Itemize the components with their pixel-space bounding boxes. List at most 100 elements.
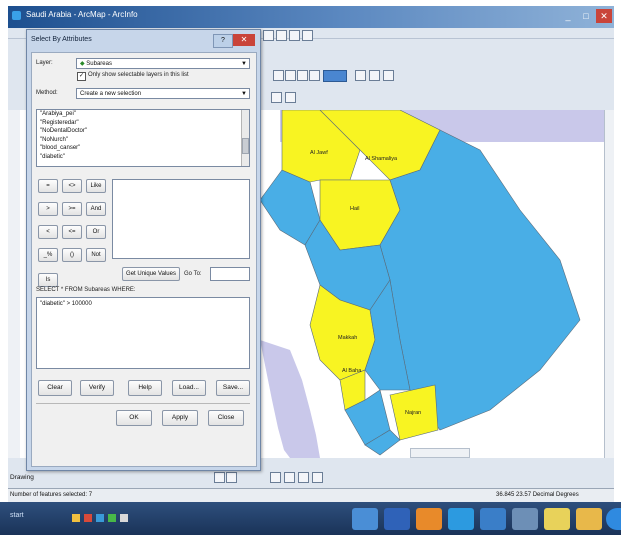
help-button[interactable]: Help — [128, 380, 162, 396]
start-orb-icon[interactable] — [606, 508, 621, 530]
red-sea-water — [260, 340, 320, 458]
add-data-icon[interactable] — [289, 30, 300, 41]
only-selectable-checkbox[interactable]: ✓ — [77, 72, 86, 81]
region-eastern[interactable] — [379, 129, 581, 431]
verify-button[interactable]: Verify — [80, 380, 114, 396]
undo-icon[interactable] — [263, 30, 274, 41]
operator-or-button[interactable]: Or — [86, 225, 106, 239]
field-item[interactable]: "NoNurch" — [37, 136, 249, 145]
close-icon[interactable]: ✕ — [233, 34, 255, 46]
standard-toolbar — [263, 30, 333, 42]
goto-label: Go To: — [184, 271, 202, 277]
field-item[interactable]: "Registeredar" — [37, 119, 249, 128]
media-icon[interactable] — [84, 514, 92, 522]
map-label-makkah: Makkah — [338, 335, 358, 341]
minimize-icon[interactable]: _ — [560, 9, 576, 23]
operator-greater-button[interactable]: > — [38, 202, 58, 216]
arcgis-icon[interactable] — [480, 508, 506, 530]
marker-color-icon[interactable] — [312, 472, 323, 483]
map-horizontal-scrollbar[interactable] — [410, 448, 470, 458]
unique-values-list[interactable] — [112, 179, 250, 259]
help-icon[interactable]: ? — [213, 34, 233, 48]
zoom-out-icon[interactable] — [285, 70, 296, 81]
operator-parentheses-button[interactable]: () — [62, 248, 82, 262]
close-icon[interactable]: ✕ — [596, 9, 612, 23]
font-color-icon[interactable] — [298, 472, 309, 483]
operator-and-button[interactable]: And — [86, 202, 106, 216]
dialog-title: Select By Attributes — [31, 36, 92, 43]
close-button[interactable]: Close — [208, 410, 244, 426]
operator-wildcard-button[interactable]: _% — [38, 248, 58, 262]
skype-icon[interactable] — [448, 508, 474, 530]
drawing-menu[interactable]: Drawing — [10, 474, 34, 481]
font-size-icon[interactable] — [226, 472, 237, 483]
print-icon[interactable] — [383, 70, 394, 81]
method-label: Method: — [36, 90, 58, 96]
notes-icon[interactable] — [544, 508, 570, 530]
folder-icon[interactable] — [72, 514, 80, 522]
operator-is-button[interactable]: Is — [38, 273, 58, 287]
field-item[interactable]: "NoDentalDoctor" — [37, 127, 249, 136]
scrollbar-thumb[interactable] — [242, 138, 249, 154]
redo-icon[interactable] — [276, 30, 287, 41]
operator-equals-button[interactable]: = — [38, 179, 58, 193]
operator-like-button[interactable]: Like — [86, 179, 106, 193]
chevron-down-icon: ▼ — [241, 91, 247, 97]
zoom-in-icon[interactable] — [273, 70, 284, 81]
goto-input[interactable] — [210, 267, 250, 281]
map-vertical-scrollbar[interactable] — [604, 110, 614, 458]
fill-color-icon[interactable] — [270, 472, 281, 483]
maximize-icon[interactable]: □ — [578, 9, 594, 23]
field-item[interactable]: "diabetic" — [37, 153, 249, 162]
fields-scrollbar[interactable] — [241, 110, 249, 166]
select-by-attributes-dialog: Select By Attributes ? ✕ Layer: ◆ Subare… — [26, 29, 261, 471]
tool-icon[interactable] — [120, 514, 128, 522]
clear-button[interactable]: Clear — [38, 380, 72, 396]
operator-not-equal-button[interactable]: <> — [62, 179, 82, 193]
ie-icon[interactable] — [96, 514, 104, 522]
network-icon[interactable] — [512, 508, 538, 530]
line-color-icon[interactable] — [284, 472, 295, 483]
app-title-bar: Saudi Arabia - ArcMap - ArcInfo _ □ ✕ — [8, 6, 614, 28]
dialog-body: Layer: ◆ Subareas ▼ ✓ Only show selectab… — [31, 52, 257, 467]
query-textarea[interactable]: "diabetic" > 100000 — [36, 297, 250, 369]
save-button[interactable]: Save... — [216, 380, 250, 396]
fields-list[interactable]: "Arabiya_pei" "Registeredar" "NoDentalDo… — [36, 109, 250, 167]
explorer-icon[interactable] — [352, 508, 378, 530]
layer-value: Subareas — [86, 61, 112, 67]
map-label-al-baha: Al Baha — [342, 368, 362, 374]
operator-less-equal-button[interactable]: <= — [62, 225, 82, 239]
scale-icon[interactable] — [302, 30, 313, 41]
operator-less-button[interactable]: < — [38, 225, 58, 239]
start-button[interactable]: start — [10, 512, 64, 526]
folder-taskbar-icon[interactable] — [576, 508, 602, 530]
full-extent-icon[interactable] — [309, 70, 320, 81]
query-text: "diabetic" > 100000 — [40, 301, 92, 307]
apply-button[interactable]: Apply — [162, 410, 198, 426]
pan-icon[interactable] — [297, 70, 308, 81]
ok-button[interactable]: OK — [116, 410, 152, 426]
get-unique-values-button[interactable]: Get Unique Values — [122, 267, 180, 281]
identify-icon[interactable] — [369, 70, 380, 81]
tools-toolbar — [263, 70, 403, 82]
status-bar: Number of features selected: 7 36.845 23… — [8, 488, 614, 503]
query-prefix: SELECT * FROM Subareas WHERE: — [36, 287, 136, 293]
field-item[interactable]: "Arabiya_pei" — [37, 110, 249, 119]
operator-not-button[interactable]: Not — [86, 248, 106, 262]
taskbar: start — [0, 502, 621, 535]
operator-greater-equal-button[interactable]: >= — [62, 202, 82, 216]
select-features-icon[interactable] — [355, 70, 366, 81]
media-player-icon[interactable] — [416, 508, 442, 530]
attributes-icon[interactable] — [285, 92, 296, 103]
color-picker-icon[interactable] — [323, 70, 347, 82]
layer-select[interactable]: ◆ Subareas ▼ — [76, 58, 250, 69]
sketch-icon[interactable] — [271, 92, 282, 103]
method-value: Create a new selection — [80, 91, 142, 97]
field-item[interactable]: "blood_canser" — [37, 144, 249, 153]
app-title: Saudi Arabia - ArcMap - ArcInfo — [26, 10, 138, 19]
text-icon[interactable] — [214, 472, 225, 483]
chat-icon[interactable] — [108, 514, 116, 522]
method-select[interactable]: Create a new selection ▼ — [76, 88, 250, 99]
load-button[interactable]: Load... — [172, 380, 206, 396]
chrome-icon[interactable] — [384, 508, 410, 530]
